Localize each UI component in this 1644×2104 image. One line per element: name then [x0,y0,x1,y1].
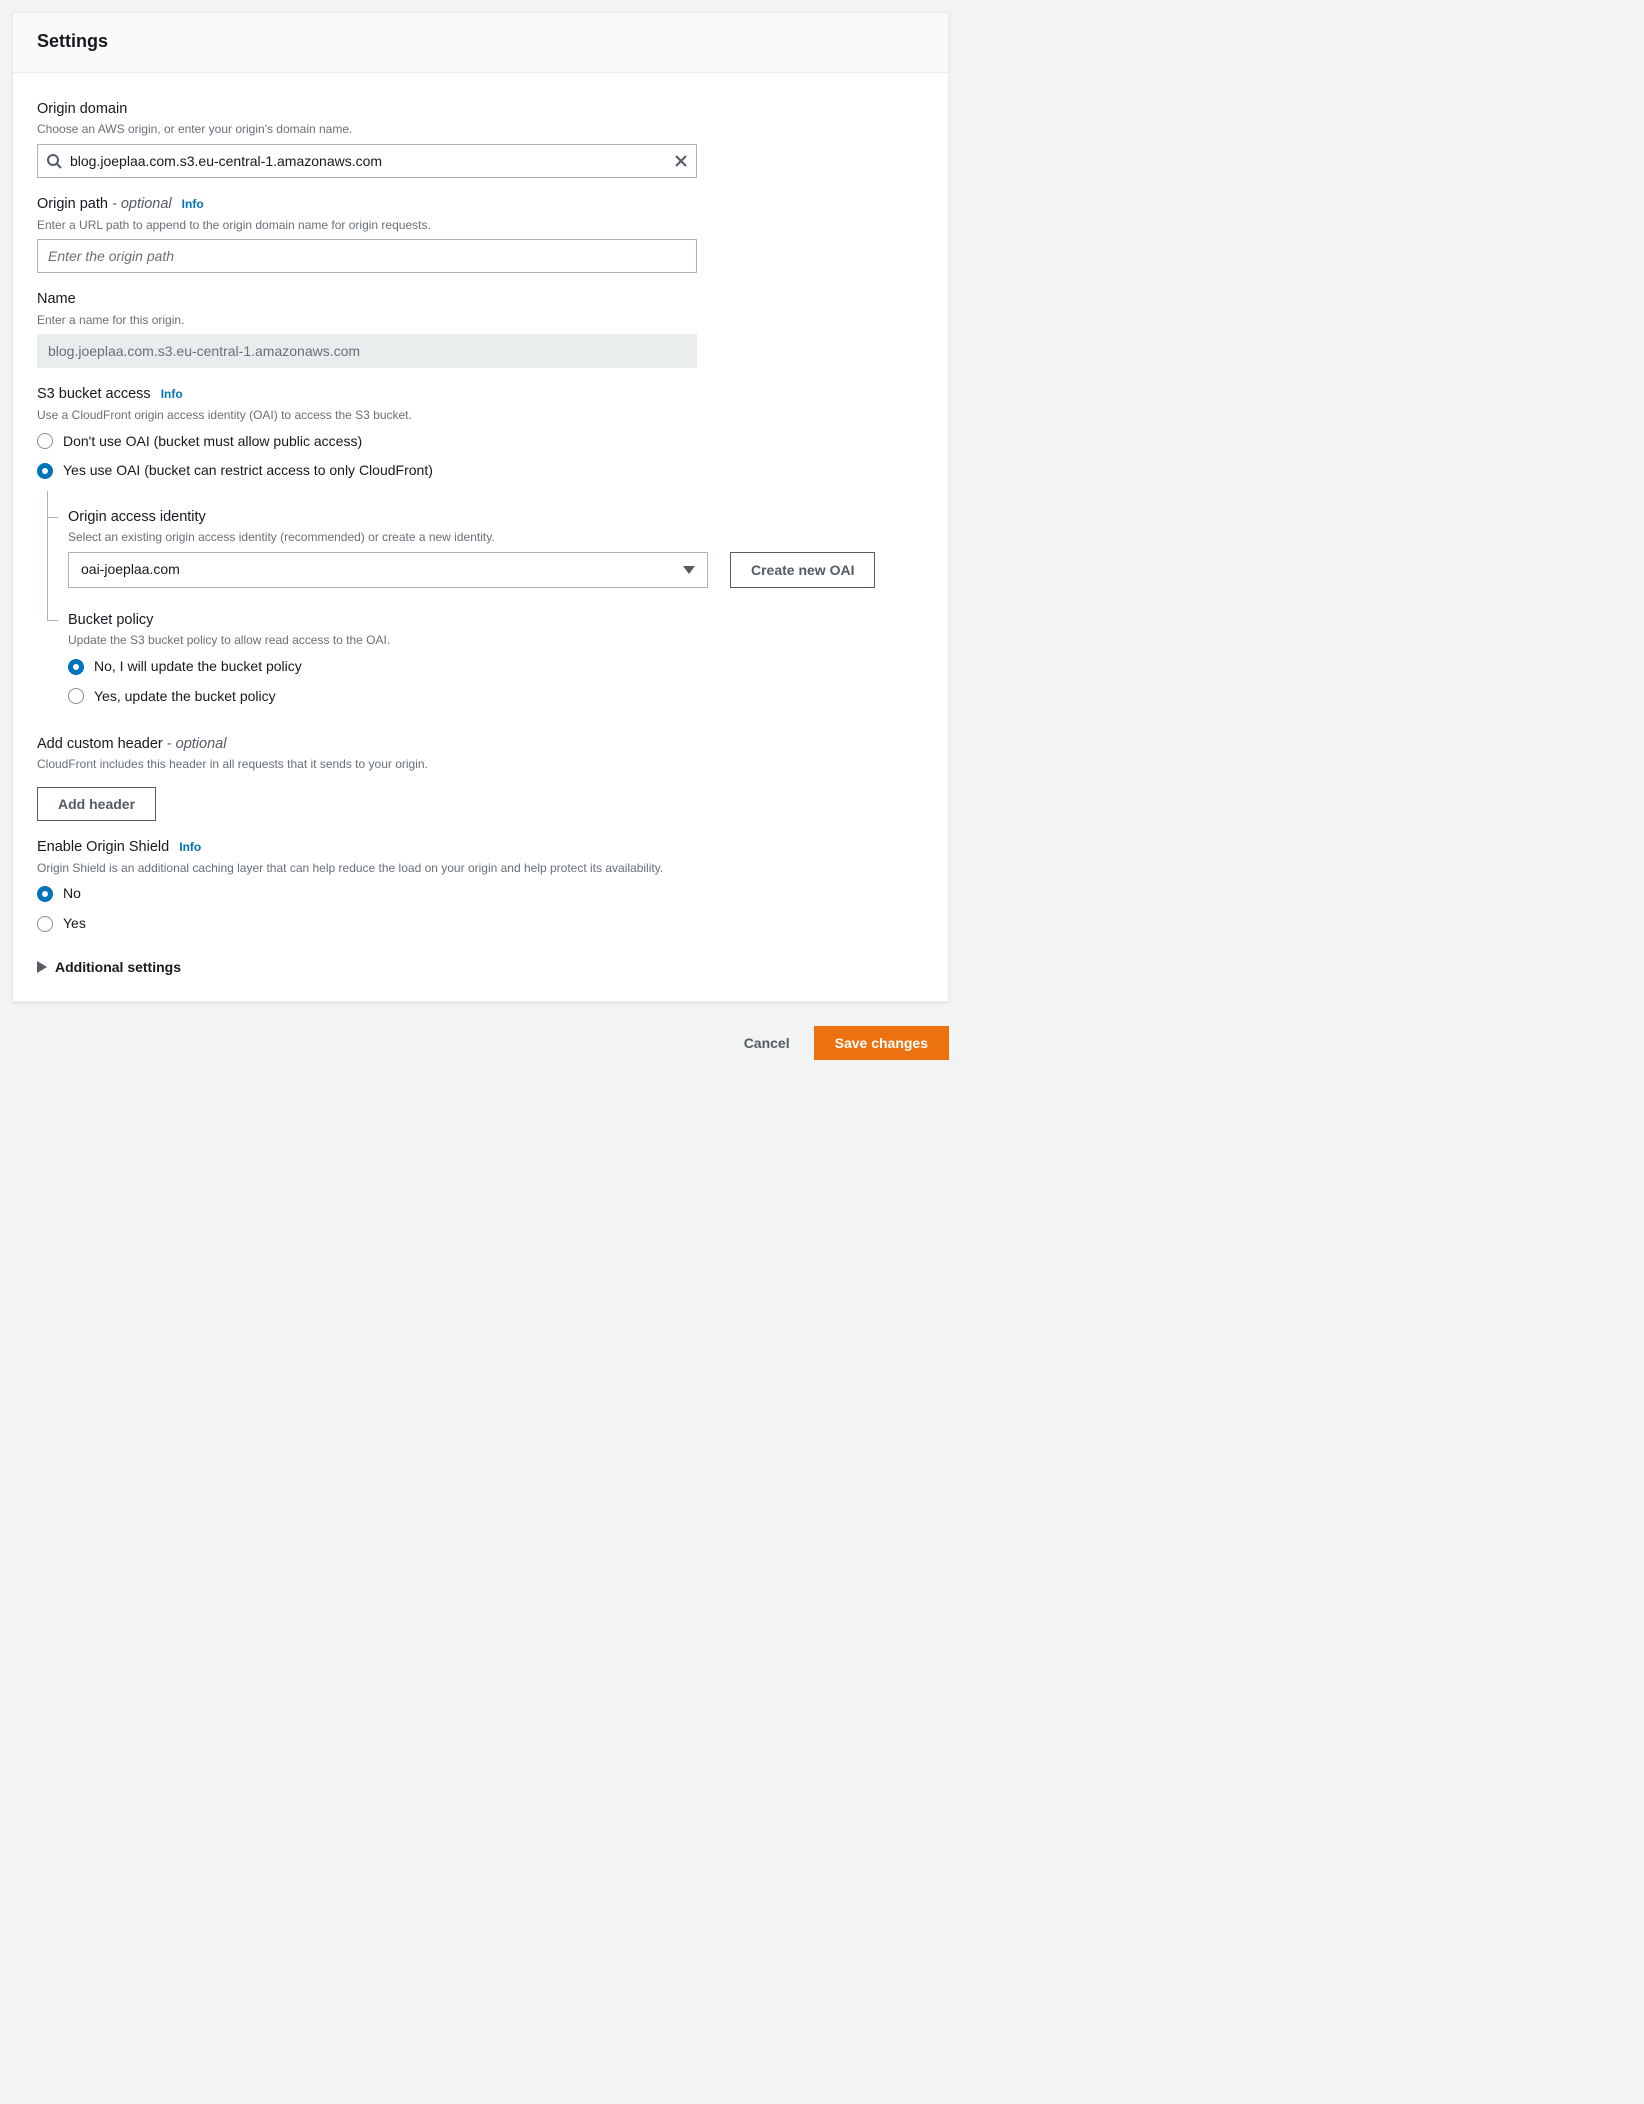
bucket-policy-radio-group: No, I will update the bucket policy Yes,… [68,657,924,706]
origin-shield-help: Origin Shield is an additional caching l… [37,860,924,877]
name-help: Enter a name for this origin. [37,312,924,329]
oai-label: Origin access identity [68,507,924,527]
footer-actions: Cancel Save changes [12,1026,949,1060]
bucket-policy-option-no-label: No, I will update the bucket policy [94,657,302,677]
origin-path-label: Origin path - optional Info [37,194,924,214]
bucket-policy-option-yes[interactable]: Yes, update the bucket policy [68,687,924,707]
s3-access-option-no-oai[interactable]: Don't use OAI (bucket must allow public … [37,432,924,452]
origin-shield-option-no-label: No [63,884,81,904]
s3-access-option-yes-oai[interactable]: Yes use OAI (bucket can restrict access … [37,461,924,481]
origin-shield-option-no[interactable]: No [37,884,924,904]
settings-card: Settings Origin domain Choose an AWS ori… [12,12,949,1002]
origin-path-help: Enter a URL path to append to the origin… [37,217,924,234]
custom-header-field: Add custom header - optional CloudFront … [37,734,924,821]
bucket-policy-label: Bucket policy [68,610,924,630]
s3-access-option-yes-oai-label: Yes use OAI (bucket can restrict access … [63,461,433,481]
name-label: Name [37,289,924,309]
origin-domain-help: Choose an AWS origin, or enter your orig… [37,121,924,138]
clear-icon[interactable] [674,154,688,168]
custom-header-label: Add custom header - optional [37,734,924,754]
custom-header-optional: - optional [167,736,227,752]
s3-access-label: S3 bucket access Info [37,384,924,404]
oai-help: Select an existing origin access identit… [68,529,924,546]
caret-down-icon [683,564,695,576]
radio-icon [37,463,53,479]
oai-select[interactable]: oai-joeplaa.com [68,552,708,588]
radio-icon [68,688,84,704]
oai-select-value: oai-joeplaa.com [81,560,180,580]
bucket-policy-help: Update the S3 bucket policy to allow rea… [68,632,924,649]
radio-icon [68,659,84,675]
s3-access-info-link[interactable]: Info [161,387,183,401]
origin-path-optional: - optional [112,196,172,212]
name-input[interactable] [37,334,697,368]
bucket-policy-field: Bucket policy Update the S3 bucket polic… [68,610,924,706]
cancel-button[interactable]: Cancel [734,1029,800,1057]
card-header: Settings [13,13,948,73]
radio-icon [37,886,53,902]
origin-path-info-link[interactable]: Info [182,197,204,211]
origin-domain-field: Origin domain Choose an AWS origin, or e… [37,99,924,178]
radio-icon [37,433,53,449]
card-body: Origin domain Choose an AWS origin, or e… [13,73,948,1001]
bucket-policy-option-yes-label: Yes, update the bucket policy [94,687,276,707]
origin-shield-label: Enable Origin Shield Info [37,837,924,857]
add-header-button[interactable]: Add header [37,787,156,821]
origin-domain-input-wrap[interactable] [37,144,697,178]
bucket-policy-option-no[interactable]: No, I will update the bucket policy [68,657,924,677]
page-title: Settings [37,29,924,54]
origin-shield-option-yes[interactable]: Yes [37,914,924,934]
additional-settings-label: Additional settings [55,958,181,978]
origin-path-field: Origin path - optional Info Enter a URL … [37,194,924,273]
s3-access-help: Use a CloudFront origin access identity … [37,407,924,424]
origin-domain-input[interactable] [38,145,696,177]
custom-header-label-text: Add custom header [37,736,163,752]
origin-domain-label: Origin domain [37,99,924,119]
origin-shield-info-link[interactable]: Info [179,840,201,854]
triangle-right-icon [37,961,47,973]
s3-access-label-text: S3 bucket access [37,386,151,402]
custom-header-help: CloudFront includes this header in all r… [37,756,924,773]
origin-shield-radio-group: No Yes [37,884,924,933]
s3-access-radio-group: Don't use OAI (bucket must allow public … [37,432,924,481]
create-oai-button[interactable]: Create new OAI [730,552,875,588]
origin-shield-option-yes-label: Yes [63,914,86,934]
origin-path-label-text: Origin path [37,196,108,212]
radio-icon [37,916,53,932]
s3-access-nested: Origin access identity Select an existin… [47,491,924,706]
name-field: Name Enter a name for this origin. [37,289,924,368]
s3-access-field: S3 bucket access Info Use a CloudFront o… [37,384,924,706]
origin-shield-label-text: Enable Origin Shield [37,839,169,855]
origin-shield-field: Enable Origin Shield Info Origin Shield … [37,837,924,933]
search-icon [46,153,62,169]
origin-path-input[interactable] [37,239,697,273]
oai-field: Origin access identity Select an existin… [68,507,924,588]
save-button[interactable]: Save changes [814,1026,949,1060]
additional-settings-toggle[interactable]: Additional settings [37,958,924,978]
s3-access-option-no-oai-label: Don't use OAI (bucket must allow public … [63,432,362,452]
